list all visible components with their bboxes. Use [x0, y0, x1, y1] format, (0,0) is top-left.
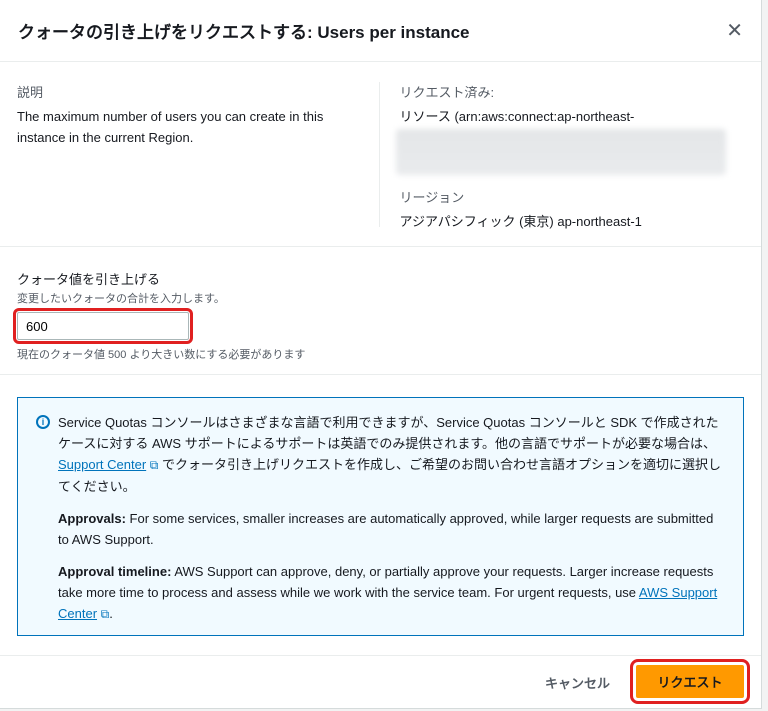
request-button[interactable]: リクエスト [630, 659, 750, 704]
info-icon: i [36, 415, 50, 429]
period: . [109, 606, 113, 621]
support-center-link[interactable]: Support Center [58, 457, 146, 472]
external-link-icon: ⧉ [100, 607, 110, 621]
approvals-text: For some services, smaller increases are… [58, 511, 714, 547]
details-section: 説明 The maximum number of users you can c… [0, 62, 761, 247]
alert-text: でクォータ引き上げリクエストを作成し、ご希望のお問い合わせ言語オプションを適切に… [58, 457, 721, 494]
region-label: リージョン [399, 190, 465, 205]
timeline-heading: Approval timeline: [58, 564, 172, 579]
dialog-title: クォータの引き上げをリクエストする: Users per instance [18, 23, 470, 42]
quota-input-label: クォータ値を引き上げる [17, 272, 161, 287]
cancel-button[interactable]: キャンセル [545, 673, 610, 692]
redacted-arn [395, 129, 726, 175]
quota-input-section: クォータ値を引き上げる 変更したいクォータの合計を入力します。 現在のクォータ値… [0, 247, 761, 375]
requested-label: リクエスト済み: [399, 85, 495, 100]
resource-arn: リソース (arn:aws:connect:ap-northeast- [399, 109, 635, 124]
description-text: The maximum number of users you can crea… [17, 109, 324, 145]
alert-text: Service Quotas コンソールはさまざまな言語で利用できますが、Ser… [58, 415, 719, 451]
approvals-heading: Approvals: [58, 511, 126, 526]
dialog-header: クォータの引き上げをリクエストする: Users per instance ✕ [0, 0, 761, 62]
quota-increase-dialog: クォータの引き上げをリクエストする: Users per instance ✕ … [0, 0, 762, 709]
close-icon[interactable]: ✕ [726, 18, 743, 43]
info-alert: i Service Quotas コンソールはさまざまな言語で利用できますが、S… [17, 397, 744, 636]
description-label: 説明 [17, 85, 44, 100]
quota-input-description: 変更したいクォータの合計を入力します。 [17, 293, 225, 305]
quota-input-constraint: 現在のクォータ値 500 より大きい数にする必要があります [17, 349, 306, 361]
dialog-footer: キャンセル リクエスト [0, 655, 761, 709]
quota-value-input[interactable] [13, 308, 193, 344]
region-value: アジアパシフィック (東京) ap-northeast-1 [399, 214, 642, 229]
